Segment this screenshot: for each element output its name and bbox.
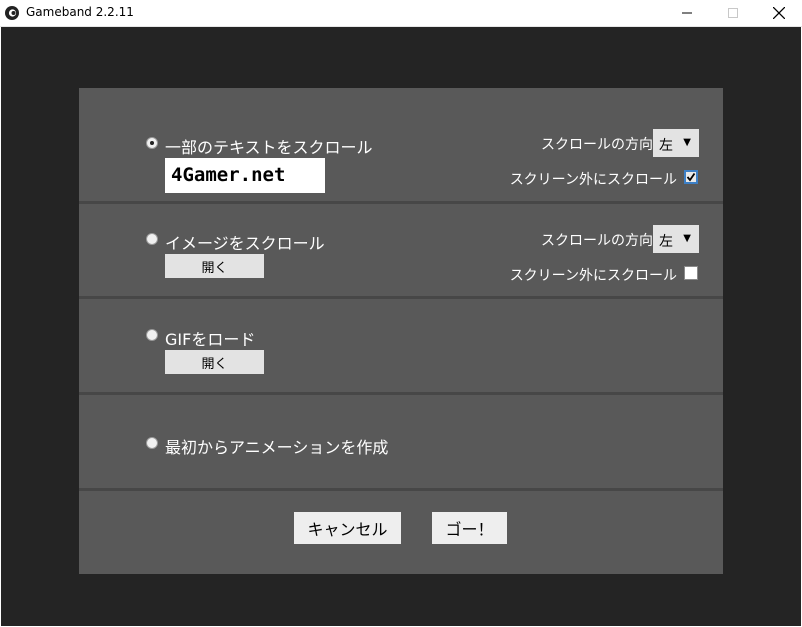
dropdown-arrow-icon: ▼ (683, 137, 691, 148)
scroll-image-radio[interactable] (146, 233, 158, 245)
dropdown-arrow-icon: ▼ (683, 233, 691, 244)
create-animation-radio[interactable] (146, 437, 158, 449)
load-gif-radio[interactable] (146, 329, 158, 341)
title-bar: Gameband 2.2.11 (0, 0, 802, 27)
maximize-icon (728, 8, 738, 18)
scroll-offscreen-label: スクリーン外にスクロール (509, 172, 677, 188)
open-gif-button[interactable]: 開く (165, 350, 264, 374)
close-icon (773, 7, 785, 19)
scroll-text-radio[interactable] (146, 137, 158, 149)
image-direction-value: 左 (659, 234, 673, 250)
open-image-button[interactable]: 開く (165, 254, 264, 278)
scroll-direction-value: 左 (659, 138, 673, 154)
checkmark-icon (686, 172, 696, 182)
gameband-logo-icon (5, 6, 19, 20)
scroll-image-label: イメージをスクロール (165, 234, 325, 253)
image-direction-select[interactable]: 左 ▼ (653, 225, 699, 253)
image-direction-label: スクロールの方向 (541, 233, 653, 249)
minimize-button[interactable] (664, 0, 710, 26)
go-button[interactable]: ゴー！ (432, 512, 507, 544)
scroll-direction-label: スクロールの方向 (541, 137, 653, 153)
window-title: Gameband 2.2.11 (26, 5, 134, 19)
image-offscreen-checkbox[interactable] (684, 266, 698, 280)
maximize-button[interactable] (710, 0, 756, 26)
scroll-direction-select[interactable]: 左 ▼ (653, 129, 699, 157)
scroll-offscreen-checkbox[interactable] (684, 170, 698, 184)
cancel-button[interactable]: キャンセル (294, 512, 401, 544)
load-gif-label: GIFをロード (165, 330, 256, 349)
image-offscreen-label: スクリーン外にスクロール (509, 268, 677, 284)
close-button[interactable] (756, 0, 802, 26)
action-section (79, 491, 723, 574)
scroll-text-input[interactable]: 4Gamer.net (165, 158, 325, 193)
create-animation-label: 最初からアニメーションを作成 (165, 438, 389, 457)
scroll-text-label: 一部のテキストをスクロール (165, 138, 373, 157)
minimize-icon (682, 12, 692, 14)
